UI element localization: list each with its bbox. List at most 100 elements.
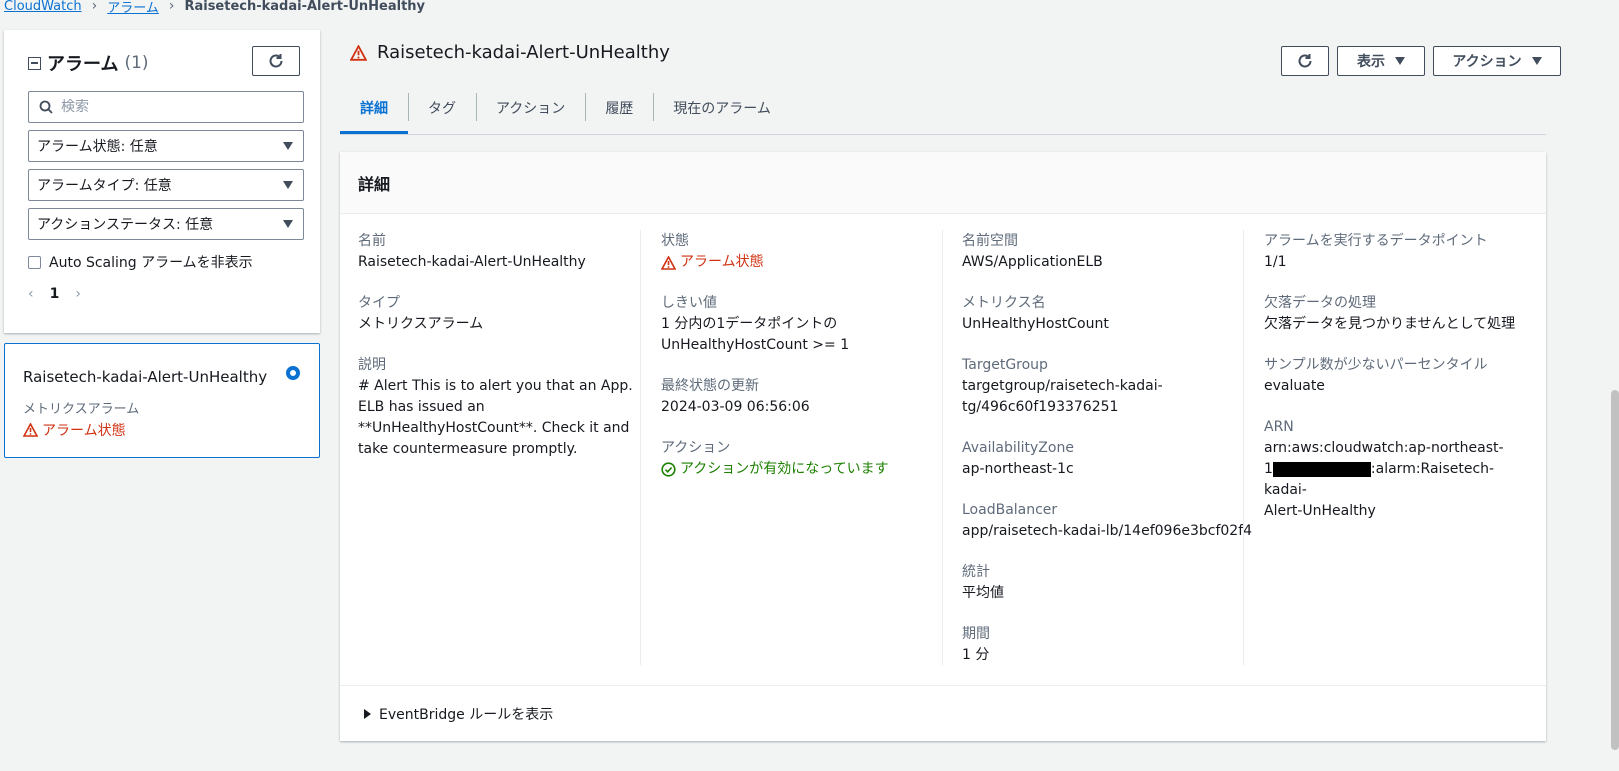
column-divider <box>1243 230 1244 665</box>
az-value: ap-northeast-1c <box>962 461 1074 477</box>
datapoints-value: 1/1 <box>1264 254 1287 270</box>
breadcrumb: CloudWatch › アラーム › Raisetech-kadai-Aler… <box>4 0 425 16</box>
type-value: メトリクスアラーム <box>358 316 484 332</box>
targetgroup-line: targetgroup/raisetech-kadai- <box>962 378 1163 394</box>
threshold-line: 1 分内の1データポイントの <box>661 316 838 332</box>
alarm-list-title: アラーム <box>47 54 119 75</box>
details-panel: 詳細 名前 Raisetech-kadai-Alert-UnHealthy タイプ… <box>340 152 1546 741</box>
tab-current-alarms[interactable]: 現在のアラーム <box>653 88 791 128</box>
warning-icon <box>23 423 38 437</box>
percentile-label: サンプル数が少ないパーセンタイル <box>1264 357 1488 373</box>
arn-line: arn:aws:cloudwatch:ap-northeast- <box>1264 440 1504 456</box>
arn-prefix: 1 <box>1264 461 1273 477</box>
search-icon <box>39 100 53 114</box>
breadcrumb-current: Raisetech-kadai-Alert-UnHealthy <box>184 0 426 14</box>
arn-label: ARN <box>1264 419 1294 435</box>
redaction-box <box>1272 461 1371 477</box>
page-title: Raisetech-kadai-Alert-UnHealthy <box>350 42 670 63</box>
breadcrumb-cloudwatch-link[interactable]: CloudWatch <box>4 0 82 14</box>
name-value: Raisetech-kadai-Alert-UnHealthy <box>358 254 586 270</box>
eventbridge-expander[interactable]: EventBridge ルールを表示 <box>340 685 1546 724</box>
refresh-icon <box>1298 54 1312 68</box>
missing-data-label: 欠落データの処理 <box>1264 295 1376 311</box>
description-line: # Alert This is to alert you that an App… <box>358 378 633 394</box>
period-value: 1 分 <box>962 647 990 663</box>
loadbalancer-label: LoadBalancer <box>962 502 1058 518</box>
tab-history[interactable]: 履歴 <box>585 88 653 128</box>
alarm-list-item[interactable]: Raisetech-kadai-Alert-UnHealthy メトリクスアラー… <box>4 343 320 458</box>
hide-autoscaling-row: Auto Scaling アラームを非表示 <box>28 252 253 272</box>
view-dropdown-button[interactable]: 表示 <box>1337 46 1425 76</box>
caret-down-icon <box>283 142 293 150</box>
description-line: take countermeasure promptly. <box>358 441 578 457</box>
action-label: アクション <box>661 440 731 456</box>
chevron-right-icon[interactable]: › <box>75 286 81 302</box>
namespace-label: 名前空間 <box>962 233 1018 249</box>
collapse-icon[interactable] <box>28 56 41 70</box>
page-title-text: Raisetech-kadai-Alert-UnHealthy <box>377 42 670 63</box>
column-divider <box>640 230 641 665</box>
description-label: 説明 <box>358 357 386 373</box>
alarm-type-filter-value: アラームタイプ: 任意 <box>37 178 172 194</box>
action-value-text: アクションが有効になっています <box>680 461 889 477</box>
alarm-list-panel: アラーム (1) アラーム状態: 任意 アラームタイプ: 任意 アクションステー… <box>4 30 320 333</box>
alarm-item-name: Raisetech-kadai-Alert-UnHealthy <box>23 368 268 386</box>
threshold-line: UnHealthyHostCount >= 1 <box>661 337 850 353</box>
alarm-state-filter-value: アラーム状態: 任意 <box>37 139 158 155</box>
check-circle-icon <box>661 462 676 477</box>
details-column-1: 名前 Raisetech-kadai-Alert-UnHealthy タイプ メトリ… <box>358 230 658 479</box>
hide-autoscaling-checkbox[interactable] <box>28 255 41 269</box>
alarm-type-filter[interactable]: アラームタイプ: 任意 <box>28 169 304 201</box>
period-label: 期間 <box>962 626 990 642</box>
tab-details[interactable]: 詳細 <box>340 88 408 134</box>
description-line: ELB has issued an <box>358 399 485 415</box>
selected-radio[interactable] <box>286 366 300 380</box>
chevron-left-icon[interactable]: ‹ <box>28 286 34 302</box>
description-line: **UnHealthyHostCount**. Check it and <box>358 420 630 436</box>
view-button-label: 表示 <box>1357 54 1385 70</box>
alarm-item-state: アラーム状態 <box>23 420 126 440</box>
az-label: AvailabilityZone <box>962 440 1074 456</box>
refresh-icon <box>269 54 283 68</box>
datapoints-label: アラームを実行するデータポイント <box>1264 233 1488 249</box>
caret-down-icon <box>283 181 293 189</box>
tab-bar: 詳細 タグ アクション 履歴 現在のアラーム <box>340 88 1546 135</box>
actions-dropdown-button[interactable]: アクション <box>1433 46 1561 76</box>
caret-down-icon <box>283 220 293 228</box>
statistic-value: 平均値 <box>962 585 1004 601</box>
warning-icon <box>661 255 676 270</box>
namespace-value: AWS/ApplicationELB <box>962 254 1103 270</box>
refresh-list-button[interactable] <box>252 46 300 76</box>
state-label: 状態 <box>661 233 689 249</box>
type-label: タイプ <box>358 295 400 311</box>
breadcrumb-alarms-link[interactable]: アラーム <box>107 0 159 16</box>
scrollbar[interactable] <box>1611 390 1619 750</box>
metric-name-label: メトリクス名 <box>962 295 1046 311</box>
hide-autoscaling-label: Auto Scaling アラームを非表示 <box>49 255 253 271</box>
chevron-right-icon: › <box>91 0 98 14</box>
action-status-filter[interactable]: アクションステータス: 任意 <box>28 208 304 240</box>
missing-data-value: 欠落データを見つかりませんとして処理 <box>1264 316 1516 332</box>
alarm-count: (1) <box>124 53 149 73</box>
tab-tags[interactable]: タグ <box>408 88 476 128</box>
action-value: アクションが有効になっています <box>661 459 961 480</box>
targetgroup-line: tg/496c60f193376251 <box>962 399 1119 415</box>
caret-down-icon <box>1531 57 1542 65</box>
caret-right-icon <box>364 709 371 719</box>
refresh-button[interactable] <box>1281 46 1329 76</box>
percentile-value: evaluate <box>1264 378 1325 394</box>
metric-name-value: UnHealthyHostCount <box>962 316 1109 332</box>
alarm-state-filter[interactable]: アラーム状態: 任意 <box>28 130 304 162</box>
last-updated-label: 最終状態の更新 <box>661 378 759 394</box>
details-column-2: 状態 アラーム状態 しきい値 1 分内の1データポイントの UnHealthyH… <box>661 230 961 499</box>
targetgroup-label: TargetGroup <box>962 357 1048 373</box>
caret-down-icon <box>1395 57 1405 65</box>
page-number[interactable]: 1 <box>50 286 60 302</box>
column-divider <box>942 230 943 665</box>
tab-actions[interactable]: アクション <box>476 88 585 128</box>
search-input[interactable] <box>61 99 281 115</box>
search-input-wrapper[interactable] <box>28 91 304 123</box>
details-column-3: 名前空間 AWS/ApplicationELB メトリクス名 UnHealthyHo… <box>962 230 1262 685</box>
state-value-text: アラーム状態 <box>680 254 764 270</box>
last-updated-value: 2024-03-09 06:56:06 <box>661 399 810 415</box>
